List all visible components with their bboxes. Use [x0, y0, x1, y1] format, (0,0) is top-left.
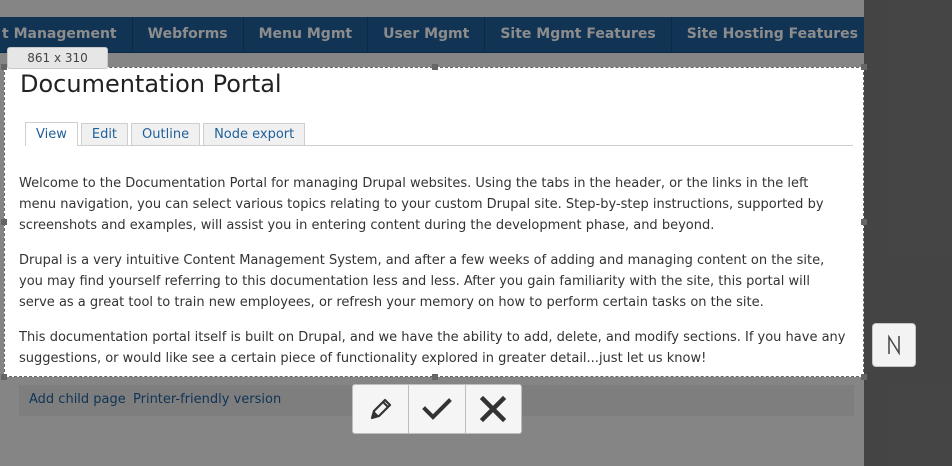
resize-handle-left[interactable]: [1, 219, 7, 225]
text-cursor-button[interactable]: [872, 323, 916, 367]
checkmark-icon: [422, 398, 452, 420]
page-title: Documentation Portal: [20, 70, 282, 98]
tab-edit[interactable]: Edit: [80, 123, 129, 145]
tab-node-export[interactable]: Node export: [203, 123, 306, 145]
resize-handle-bottom[interactable]: [432, 374, 438, 380]
cursor-icon: [888, 334, 900, 356]
tab-view[interactable]: View: [25, 122, 78, 146]
edit-button[interactable]: [353, 385, 410, 433]
paragraph: Welcome to the Documentation Portal for …: [19, 176, 824, 233]
resize-handle-right[interactable]: [861, 219, 867, 225]
resize-handle-bottom-right[interactable]: [861, 374, 867, 380]
selection-size-label: 861 x 310: [7, 47, 108, 69]
paragraph: Drupal is a very intuitive Content Manag…: [19, 253, 825, 310]
cancel-button[interactable]: [466, 385, 521, 433]
capture-toolbar: [352, 384, 522, 434]
node-tabs: View Edit Outline Node export: [25, 122, 853, 146]
pencil-icon: [370, 398, 391, 420]
tab-outline[interactable]: Outline: [131, 123, 201, 145]
close-icon: [480, 395, 507, 423]
confirm-button[interactable]: [409, 385, 466, 433]
resize-handle-top-right[interactable]: [861, 64, 867, 70]
paragraph: This documentation portal itself is buil…: [19, 330, 846, 366]
selection-region[interactable]: Documentation Portal View Edit Outline N…: [1, 64, 867, 380]
resize-handle-top[interactable]: [432, 64, 438, 70]
resize-handle-bottom-left[interactable]: [1, 374, 7, 380]
page-body: Welcome to the Documentation Portal for …: [19, 173, 849, 383]
